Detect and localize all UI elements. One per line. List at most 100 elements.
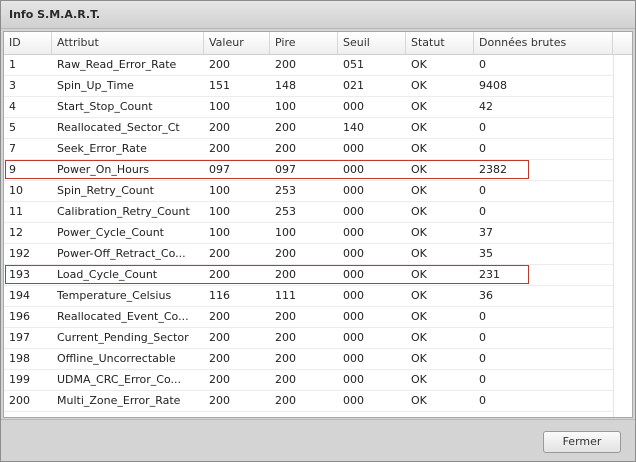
cell-id: 1 — [9, 58, 16, 71]
table-row[interactable]: 192 Power-Off_Retract_Co... 200 200 000 OK 35 — [4, 244, 632, 265]
table-row[interactable]: 198 Offline_Uncorrectable 200 200 000 OK 0 — [4, 349, 632, 370]
table-row[interactable]: 4 Start_Stop_Count 100 100 000 OK 42 — [4, 97, 632, 118]
cell-worst: 200 — [275, 142, 296, 155]
cell-worst: 200 — [275, 58, 296, 71]
cell-attribute: Power-Off_Retract_Co... — [57, 247, 186, 260]
cell-status: OK — [411, 352, 427, 365]
cell-attribute: Spin_Up_Time — [57, 79, 134, 92]
cell-status: OK — [411, 373, 427, 386]
cell-status: OK — [411, 331, 427, 344]
table-row[interactable]: 7 Seek_Error_Rate 200 200 000 OK 0 — [4, 139, 632, 160]
cell-raw-data: 42 — [479, 100, 493, 113]
cell-threshold: 000 — [343, 268, 364, 281]
cell-status: OK — [411, 121, 427, 134]
cell-worst: 253 — [275, 184, 296, 197]
column-header-attribute[interactable]: Attribut — [52, 32, 204, 54]
cell-worst: 200 — [275, 394, 296, 407]
cell-threshold: 140 — [343, 121, 364, 134]
cell-id: 194 — [9, 289, 30, 302]
cell-worst: 200 — [275, 352, 296, 365]
cell-raw-data: 35 — [479, 247, 493, 260]
cell-raw-data: 2382 — [479, 163, 507, 176]
cell-value: 116 — [209, 289, 230, 302]
cell-attribute: Reallocated_Sector_Ct — [57, 121, 180, 134]
cell-id: 198 — [9, 352, 30, 365]
cell-raw-data: 0 — [479, 373, 486, 386]
dialog-footer: Fermer — [1, 419, 635, 461]
cell-raw-data: 0 — [479, 394, 486, 407]
cell-value: 200 — [209, 142, 230, 155]
table-row[interactable]: 12 Power_Cycle_Count 100 100 000 OK 37 — [4, 223, 632, 244]
cell-attribute: Seek_Error_Rate — [57, 142, 147, 155]
cell-id: 197 — [9, 331, 30, 344]
cell-value: 100 — [209, 184, 230, 197]
column-header-raw-data[interactable]: Données brutes — [474, 32, 613, 54]
close-button[interactable]: Fermer — [543, 431, 621, 453]
cell-id: 11 — [9, 205, 23, 218]
dialog-title-bar[interactable]: Info S.M.A.R.T. — [1, 1, 635, 29]
table-row[interactable]: 193 Load_Cycle_Count 200 200 000 OK 231 — [4, 265, 632, 286]
cell-threshold: 000 — [343, 352, 364, 365]
cell-raw-data: 0 — [479, 205, 486, 218]
cell-threshold: 000 — [343, 247, 364, 260]
table-row[interactable]: 199 UDMA_CRC_Error_Co... 200 200 000 OK 0 — [4, 370, 632, 391]
cell-attribute: Power_On_Hours — [57, 163, 150, 176]
cell-value: 100 — [209, 205, 230, 218]
cell-id: 12 — [9, 226, 23, 239]
cell-attribute: Calibration_Retry_Count — [57, 205, 190, 218]
cell-id: 10 — [9, 184, 23, 197]
table-row[interactable]: 194 Temperature_Celsius 116 111 000 OK 36 — [4, 286, 632, 307]
table-row[interactable]: 3 Spin_Up_Time 151 148 021 OK 9408 — [4, 76, 632, 97]
cell-raw-data: 37 — [479, 226, 493, 239]
cell-threshold: 000 — [343, 310, 364, 323]
table-row[interactable]: 1 Raw_Read_Error_Rate 200 200 051 OK 0 — [4, 55, 632, 76]
cell-status: OK — [411, 58, 427, 71]
cell-attribute: Power_Cycle_Count — [57, 226, 164, 239]
table-header: ID Attribut Valeur Pire Seuil Statut Don… — [4, 32, 632, 55]
cell-threshold: 000 — [343, 205, 364, 218]
cell-raw-data: 231 — [479, 268, 500, 281]
table-row[interactable]: 200 Multi_Zone_Error_Rate 200 200 000 OK 0 — [4, 391, 632, 412]
cell-value: 200 — [209, 247, 230, 260]
cell-attribute: UDMA_CRC_Error_Co... — [57, 373, 182, 386]
cell-attribute: Spin_Retry_Count — [57, 184, 154, 197]
table-row[interactable]: 9 Power_On_Hours 097 097 000 OK 2382 — [4, 160, 632, 181]
cell-worst: 111 — [275, 289, 296, 302]
column-header-value[interactable]: Valeur — [204, 32, 270, 54]
cell-threshold: 021 — [343, 79, 364, 92]
column-header-threshold[interactable]: Seuil — [338, 32, 406, 54]
cell-raw-data: 0 — [479, 121, 486, 134]
table-row[interactable]: 11 Calibration_Retry_Count 100 253 000 OK 0 — [4, 202, 632, 223]
cell-attribute: Offline_Uncorrectable — [57, 352, 176, 365]
cell-raw-data: 0 — [479, 184, 486, 197]
cell-value: 200 — [209, 373, 230, 386]
table-row[interactable]: 196 Reallocated_Event_Co... 200 200 000 OK 0 — [4, 307, 632, 328]
table-row[interactable]: 197 Current_Pending_Sector 200 200 000 OK 0 — [4, 328, 632, 349]
cell-attribute: Start_Stop_Count — [57, 100, 153, 113]
cell-value: 097 — [209, 163, 230, 176]
scrollbar-track[interactable] — [613, 55, 632, 417]
table-row[interactable]: 10 Spin_Retry_Count 100 253 000 OK 0 — [4, 181, 632, 202]
cell-attribute: Raw_Read_Error_Rate — [57, 58, 177, 71]
cell-worst: 253 — [275, 205, 296, 218]
column-header-status[interactable]: Statut — [406, 32, 474, 54]
cell-threshold: 000 — [343, 100, 364, 113]
cell-attribute: Current_Pending_Sector — [57, 331, 189, 344]
table-row[interactable]: 5 Reallocated_Sector_Ct 200 200 140 OK 0 — [4, 118, 632, 139]
column-header-worst[interactable]: Pire — [270, 32, 338, 54]
smart-info-dialog: Info S.M.A.R.T. ID Attribut Valeur Pire … — [0, 0, 636, 462]
smart-table: ID Attribut Valeur Pire Seuil Statut Don… — [3, 31, 633, 418]
cell-id: 7 — [9, 142, 16, 155]
cell-status: OK — [411, 184, 427, 197]
cell-value: 200 — [209, 310, 230, 323]
column-header-id[interactable]: ID — [4, 32, 52, 54]
cell-value: 200 — [209, 394, 230, 407]
cell-status: OK — [411, 268, 427, 281]
cell-raw-data: 0 — [479, 331, 486, 344]
cell-id: 192 — [9, 247, 30, 260]
cell-value: 200 — [209, 58, 230, 71]
cell-value: 100 — [209, 226, 230, 239]
cell-id: 3 — [9, 79, 16, 92]
cell-id: 196 — [9, 310, 30, 323]
cell-threshold: 051 — [343, 58, 364, 71]
